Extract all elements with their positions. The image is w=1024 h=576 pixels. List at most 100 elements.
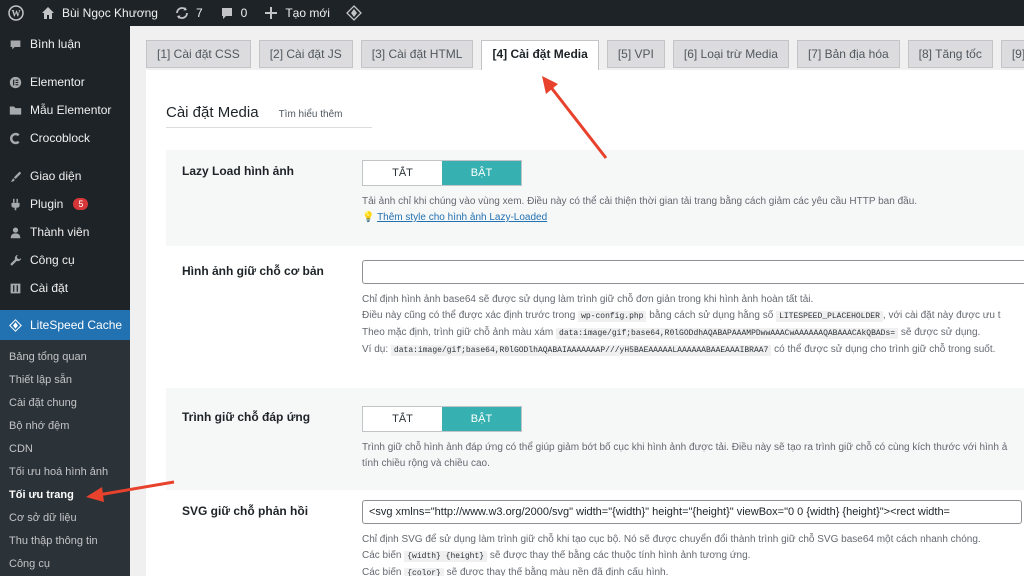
tab-html-settings[interactable]: [3] Cài đặt HTML: [360, 40, 474, 68]
section-title: Cài đặt Media: [166, 104, 259, 121]
lazy-load-toggle[interactable]: TẮT BẬT: [362, 160, 522, 186]
submenu-general[interactable]: Cài đặt chung: [0, 392, 130, 415]
menu-litespeed-cache[interactable]: LiteSpeed Cache: [0, 310, 130, 340]
responsive-placeholder-label: Trình giữ chỗ đáp ứng: [182, 410, 311, 424]
submenu-presets[interactable]: Thiết lập sẵn: [0, 369, 130, 392]
submenu-dashboard[interactable]: Bảng tổng quan: [0, 346, 130, 369]
menu-label: LiteSpeed Cache: [30, 318, 123, 332]
tab-9[interactable]: [9] T: [1000, 40, 1024, 68]
svg-placeholder-input[interactable]: <svg xmlns="http://www.w3.org/2000/svg" …: [362, 500, 1022, 524]
code-default-placeholder: data:image/gif;base64,R0lGODdhAQABAPAAAM…: [556, 328, 899, 339]
menu-users[interactable]: Thành viên: [0, 218, 130, 246]
settings-panel: Cài đặt Media Tìm hiểu thêm Lazy Load hì…: [146, 70, 1024, 576]
desc-text: bằng cách sử dụng hằng số: [649, 310, 774, 321]
litespeed-icon: [8, 318, 22, 332]
menu-label: Elementor: [30, 75, 85, 89]
tab-css-settings[interactable]: [1] Cài đặt CSS: [146, 40, 251, 68]
placeholder-desc-1: Chỉ định hình ảnh base64 sẽ được sử dụng…: [362, 294, 814, 305]
lazy-load-style-line: 💡 Thêm style cho hình ảnh Lazy-Loaded: [362, 210, 917, 226]
elementor-icon: [8, 75, 22, 89]
menu-label: Thành viên: [30, 225, 90, 239]
submenu-image-optimization[interactable]: Tối ưu hoá hình ảnh: [0, 461, 130, 484]
new-content-link[interactable]: Tạo mới: [255, 0, 338, 26]
admin-bar: W Bùi Ngọc Khương 7 0 Tạo mới: [0, 0, 1024, 26]
tab-localization[interactable]: [7] Bản địa hóa: [796, 40, 900, 68]
placeholder-input[interactable]: [362, 260, 1024, 284]
lightbulb-icon: 💡: [362, 212, 375, 223]
submenu-cdn[interactable]: CDN: [0, 438, 130, 461]
responsive-placeholder-toggle[interactable]: TẮT BẬT: [362, 406, 522, 432]
lazy-load-style-link[interactable]: Thêm style cho hình ảnh Lazy-Loaded: [377, 212, 547, 223]
updates-count: 7: [195, 6, 203, 20]
tab-media-excludes[interactable]: [6] Loại trừ Media: [672, 40, 789, 68]
svg-placeholder-row: SVG giữ chỗ phản hồi <svg xmlns="http://…: [166, 490, 1024, 576]
submenu-cache[interactable]: Bộ nhớ đệm: [0, 415, 130, 438]
desc-text: Ví dụ:: [362, 344, 389, 355]
menu-label: Cài đặt: [30, 281, 69, 295]
user-icon: [8, 225, 22, 239]
toggle-off-option[interactable]: TẮT: [363, 161, 442, 185]
site-name-link[interactable]: Bùi Ngọc Khương: [32, 0, 166, 26]
menu-label: Crocoblock: [30, 131, 91, 145]
plugin-icon: [8, 197, 22, 211]
desc-text: sẽ được thay thế bằng màu nền đã định cấ…: [446, 567, 669, 576]
tab-js-settings[interactable]: [2] Cài đặt JS: [258, 40, 353, 68]
desc-text: Các biến: [362, 550, 402, 561]
wrench-icon: [8, 253, 22, 267]
home-icon: [42, 7, 54, 19]
folder-icon: [8, 103, 22, 117]
plus-icon: [265, 7, 278, 19]
admin-sidebar: Bình luận Elementor Mẫu Elementor Crocob…: [0, 26, 130, 576]
submenu-crawler[interactable]: Thu thập thông tin: [0, 530, 130, 553]
menu-elementor[interactable]: Elementor: [0, 68, 130, 96]
crocoblock-icon: [8, 131, 22, 145]
tab-media-settings[interactable]: [4] Cài đặt Media: [481, 40, 599, 71]
submenu-toolbox[interactable]: Công cụ: [0, 553, 130, 576]
menu-appearance[interactable]: Giao diện: [0, 162, 130, 190]
placeholder-row: Hình ảnh giữ chỗ cơ bản Chỉ định hình ản…: [166, 250, 1024, 388]
plugin-update-badge: 5: [73, 198, 89, 210]
code-size-vars: {width} {height}: [404, 551, 488, 562]
refresh-icon: [176, 7, 188, 19]
updates-link[interactable]: 7: [166, 0, 211, 26]
lazy-load-label: Lazy Load hình ảnh: [182, 164, 295, 178]
menu-label: Bình luận: [30, 37, 81, 51]
placeholder-desc-3: Theo mặc định, trình giữ chỗ ảnh màu xám…: [362, 325, 1024, 342]
wordpress-icon: W: [8, 5, 24, 21]
menu-label: Plugin: [30, 197, 64, 211]
desc-text: sẽ được thay thế bằng các thuộc tính hìn…: [489, 550, 751, 561]
wp-logo-button[interactable]: W: [0, 0, 32, 26]
comment-bubble-icon: [221, 8, 232, 19]
svg-text:W: W: [12, 9, 21, 19]
learn-more-link[interactable]: Tìm hiểu thêm: [279, 109, 343, 120]
menu-plugins[interactable]: Plugin 5: [0, 190, 130, 218]
tab-tuning[interactable]: [8] Tăng tốc: [907, 40, 993, 68]
responsive-placeholder-field: TẮT BẬT Trình giữ chỗ hình ảnh đáp ứng c…: [362, 406, 1007, 472]
settings-icon: [8, 281, 22, 295]
litespeed-adminbar-button[interactable]: [338, 0, 370, 26]
menu-settings[interactable]: Cài đặt: [0, 274, 130, 302]
menu-tools[interactable]: Công cụ: [0, 246, 130, 274]
toggle-on-option[interactable]: BẬT: [442, 407, 521, 431]
code-example-placeholder: data:image/gif;base64,R0lGODlhAQABAIAAAA…: [390, 345, 772, 356]
responsive-placeholder-desc-1: Trình giữ chỗ hình ảnh đáp ứng có thể gi…: [362, 442, 1008, 453]
comment-icon: [8, 37, 22, 51]
menu-crocoblock[interactable]: Crocoblock: [0, 124, 130, 152]
responsive-placeholder-row: Trình giữ chỗ đáp ứng TẮT BẬT Trình giữ …: [166, 388, 1024, 490]
menu-comments[interactable]: Bình luận: [0, 30, 130, 58]
lazy-load-field: TẮT BẬT Tải ảnh chỉ khi chúng vào vùng x…: [362, 160, 917, 226]
comments-link[interactable]: 0: [211, 0, 256, 26]
lazy-load-row: Lazy Load hình ảnh TẮT BẬT Tải ảnh chỉ k…: [166, 150, 1024, 246]
placeholder-label: Hình ảnh giữ chỗ cơ bản: [182, 264, 324, 278]
tab-vpi[interactable]: [5] VPI: [606, 40, 665, 68]
svg-placeholder-field: <svg xmlns="http://www.w3.org/2000/svg" …: [362, 500, 1022, 576]
settings-tabs: [1] Cài đặt CSS [2] Cài đặt JS [3] Cài đ…: [146, 40, 1024, 71]
submenu-database[interactable]: Cơ sở dữ liệu: [0, 507, 130, 530]
menu-label: Công cụ: [30, 253, 75, 267]
menu-elementor-templates[interactable]: Mẫu Elementor: [0, 96, 130, 124]
toggle-off-option[interactable]: TẮT: [363, 407, 442, 431]
submenu-page-optimization[interactable]: Tối ưu trang: [0, 484, 130, 507]
desc-text: Các biến: [362, 567, 402, 576]
toggle-on-option[interactable]: BẬT: [442, 161, 521, 185]
desc-text: có thể được sử dụng cho trình giữ chỗ tr…: [774, 344, 996, 355]
